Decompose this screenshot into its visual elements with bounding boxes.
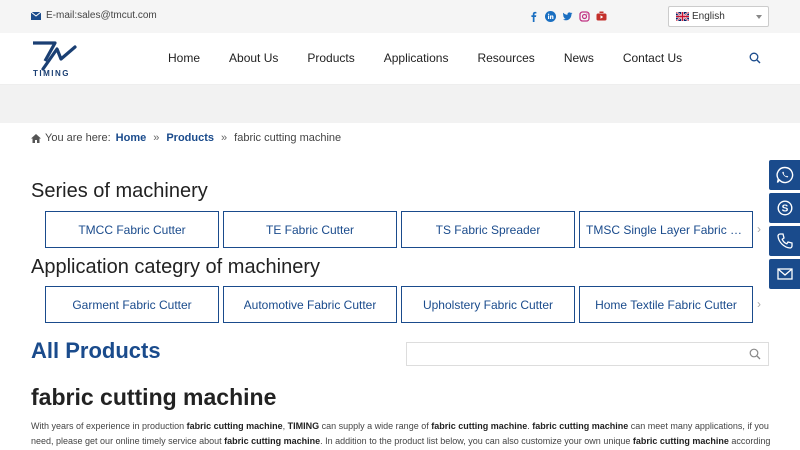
description-keyword: fabric cutting machine <box>632 436 729 446</box>
breadcrumb-home[interactable]: Home <box>116 132 147 144</box>
series-card[interactable]: TMCC Fabric Cutter <box>45 211 219 248</box>
product-title: fabric cutting machine <box>31 384 277 410</box>
whatsapp-button[interactable] <box>769 160 800 190</box>
skype-button[interactable]: S <box>769 193 800 223</box>
home-icon <box>31 133 41 143</box>
phone-icon <box>776 233 793 249</box>
email-text: E-mail:sales@tmcut.com <box>46 10 157 21</box>
search-icon[interactable] <box>749 348 761 360</box>
whatsapp-icon <box>775 166 793 184</box>
nav-contact-us[interactable]: Contact Us <box>623 51 682 65</box>
description-text: according <box>728 436 771 446</box>
series-card[interactable]: TE Fabric Cutter <box>223 211 397 248</box>
description-text: can supply a wide range of <box>319 421 432 431</box>
youtube-icon[interactable] <box>596 9 607 21</box>
email-contact[interactable]: E-mail:sales@tmcut.com <box>31 10 157 21</box>
breadcrumb-prefix: You are here: <box>45 132 111 144</box>
breadcrumb-current: fabric cutting machine <box>234 132 342 144</box>
application-card[interactable]: Garment Fabric Cutter <box>45 286 219 323</box>
application-card-label: Home Textile Fabric Cutter <box>595 297 737 312</box>
nav-news[interactable]: News <box>564 51 594 65</box>
nav-resources[interactable]: Resources <box>477 51 534 65</box>
uk-flag-icon <box>676 12 689 21</box>
series-cards: TMCC Fabric Cutter TE Fabric Cutter TS F… <box>45 211 753 248</box>
svg-text:S: S <box>781 204 788 215</box>
application-card-label: Automotive Fabric Cutter <box>243 297 377 312</box>
main-nav: Home About Us Products Applications Reso… <box>168 51 711 65</box>
application-card-label: Garment Fabric Cutter <box>72 297 192 312</box>
social-links <box>528 9 607 22</box>
instagram-icon[interactable] <box>579 9 590 22</box>
application-next-arrow[interactable]: › <box>757 297 761 311</box>
all-products-title: All Products <box>31 338 161 363</box>
nav-products[interactable]: Products <box>307 51 354 65</box>
twitter-icon[interactable] <box>562 9 573 21</box>
series-card-label: TE Fabric Cutter <box>265 222 355 237</box>
logo-text: TIMING <box>33 69 70 78</box>
description-keyword: fabric cutting machine <box>186 421 283 431</box>
main-header: TIMING Home About Us Products Applicatio… <box>0 33 800 85</box>
page-banner <box>0 85 800 123</box>
envelope-icon <box>31 11 41 20</box>
description-text: . In addition to the product list below,… <box>320 436 633 446</box>
series-card-label: TMSC Single Layer Fabric Cutter <box>586 222 746 237</box>
description-keyword: fabric cutting machine <box>431 421 528 431</box>
application-card[interactable]: Upholstery Fabric Cutter <box>401 286 575 323</box>
breadcrumb-separator: » <box>221 132 228 144</box>
mail-icon <box>776 268 793 280</box>
linkedin-icon[interactable] <box>545 9 556 22</box>
breadcrumb: You are here: Home » Products » fabric c… <box>31 132 341 144</box>
language-select[interactable]: English <box>668 6 769 27</box>
product-search-input[interactable] <box>407 343 737 365</box>
application-title: Application categry of machinery <box>31 256 321 278</box>
series-card[interactable]: TS Fabric Spreader <box>401 211 575 248</box>
facebook-icon[interactable] <box>528 9 539 22</box>
description-keyword: fabric cutting machine <box>224 436 321 446</box>
floating-contact-bar: S <box>769 160 800 292</box>
phone-button[interactable] <box>769 226 800 256</box>
skype-icon: S <box>776 200 793 216</box>
top-bar: E-mail:sales@tmcut.com English <box>0 0 800 33</box>
language-label: English <box>692 11 725 22</box>
mail-button[interactable] <box>769 259 800 289</box>
series-next-arrow[interactable]: › <box>757 222 761 236</box>
application-card[interactable]: Home Textile Fabric Cutter <box>579 286 753 323</box>
chevron-down-icon <box>756 15 762 19</box>
nav-applications[interactable]: Applications <box>384 51 449 65</box>
product-description: With years of experience in production f… <box>31 419 771 449</box>
nav-about-us[interactable]: About Us <box>229 51 278 65</box>
series-title: Series of machinery <box>31 180 208 202</box>
product-search <box>406 342 769 366</box>
description-text: With years of experience in production <box>31 421 187 431</box>
nav-home[interactable]: Home <box>168 51 200 65</box>
description-keyword: fabric cutting machine <box>532 421 629 431</box>
breadcrumb-separator: » <box>153 132 160 144</box>
breadcrumb-products[interactable]: Products <box>166 132 214 144</box>
series-card[interactable]: TMSC Single Layer Fabric Cutter <box>579 211 753 248</box>
description-keyword: TIMING <box>287 421 320 431</box>
search-icon[interactable] <box>749 52 761 64</box>
series-card-label: TS Fabric Spreader <box>435 222 541 237</box>
series-card-label: TMCC Fabric Cutter <box>78 222 186 237</box>
application-card[interactable]: Automotive Fabric Cutter <box>223 286 397 323</box>
application-cards: Garment Fabric Cutter Automotive Fabric … <box>45 286 753 323</box>
application-card-label: Upholstery Fabric Cutter <box>422 297 554 312</box>
